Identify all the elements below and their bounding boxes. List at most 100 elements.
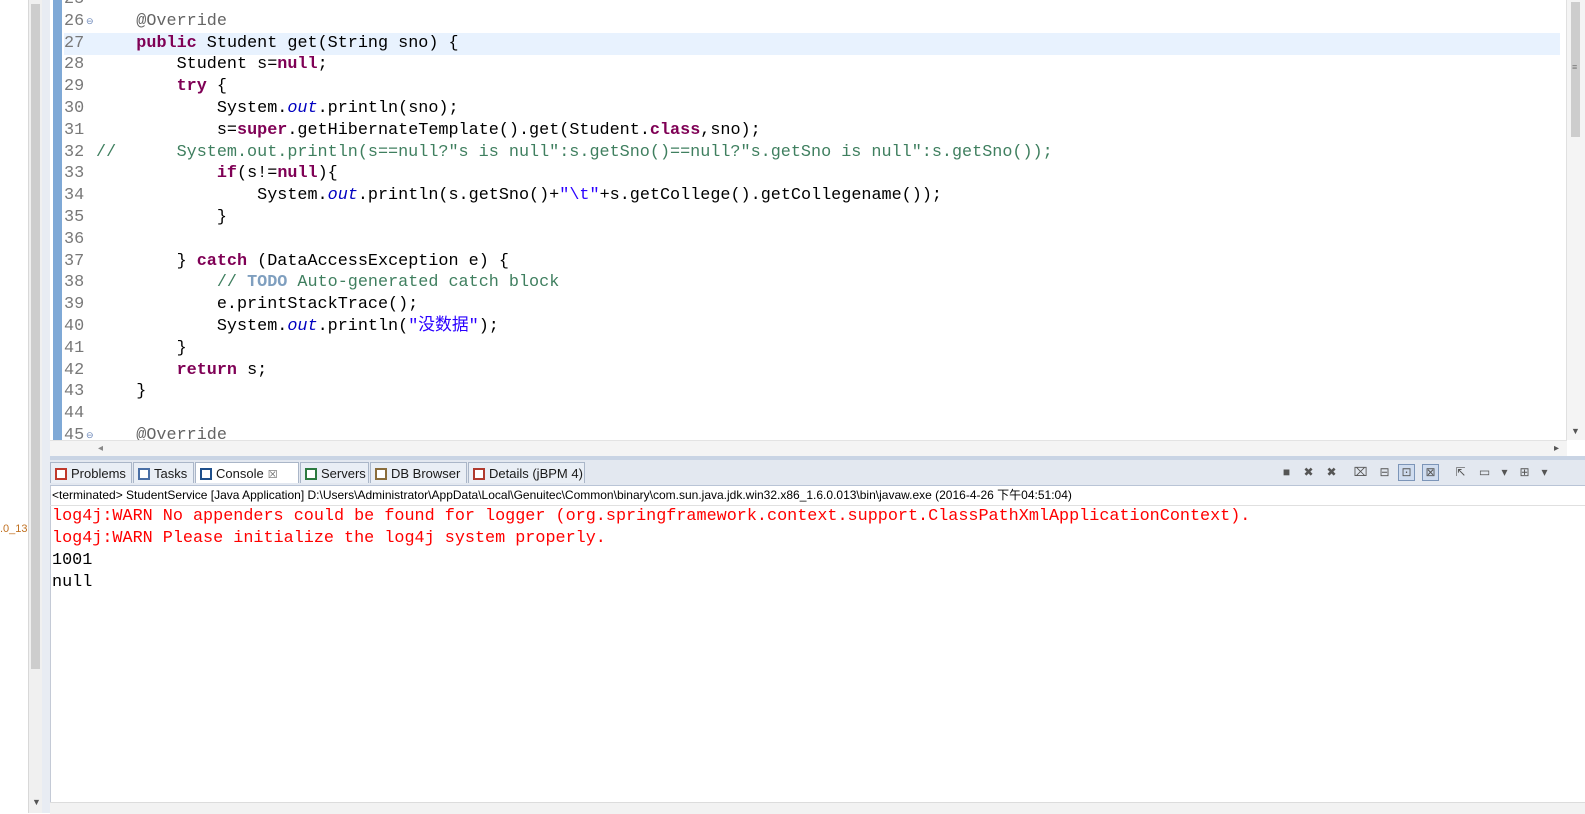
tab-label: Tasks — [154, 466, 188, 481]
close-icon[interactable]: ☒ — [268, 469, 278, 481]
console-view-tabbar: Problems Tasks Console ☒ Servers DB Browser De… — [50, 460, 1585, 486]
left-panel-scrollbar[interactable]: ▼ — [28, 0, 43, 813]
tasks-icon — [138, 468, 150, 480]
remove-all-terminated-button[interactable]: ✖ — [1323, 464, 1340, 481]
tab-details-jbpm-4[interactable]: Details (jBPM 4) — [468, 462, 585, 483]
code-line[interactable]: 34 System.out.println(s.getSno()+"\t"+s.… — [50, 185, 1560, 207]
pin-console-button[interactable]: ⇱ — [1452, 464, 1469, 481]
tab-label: DB Browser — [391, 466, 461, 481]
code-text: @Override — [96, 426, 227, 440]
code-text: e.printStackTrace(); — [96, 295, 419, 315]
tab-db-browser[interactable]: DB Browser — [370, 462, 467, 483]
code-text: return s; — [176, 360, 268, 380]
clear-console-button[interactable]: ⌧ — [1352, 464, 1369, 481]
code-text: if(s!=null){ — [216, 164, 338, 184]
tab-servers[interactable]: Servers — [300, 462, 369, 483]
line-number: 32 — [64, 142, 85, 162]
code-line[interactable]: ▵ 27 public Student get(String sno) { — [50, 32, 1560, 55]
scroll-right-arrow-icon[interactable]: ▸ — [1554, 443, 1559, 454]
console-process-label: <terminated> StudentService [Java Applic… — [52, 488, 1072, 502]
code-line[interactable]: 45 ⊖ @Override — [50, 425, 1560, 440]
show-on-stdout-button[interactable]: ⊡ — [1398, 464, 1415, 481]
code-line[interactable]: 33 if(s!=null){ — [50, 163, 1560, 185]
code-line[interactable]: 41 } — [50, 338, 1560, 360]
code-line[interactable]: 32 // System.out.println(s==null?"s is nu… — [50, 142, 1560, 164]
code-line[interactable]: 44 — [50, 403, 1560, 425]
code-line[interactable]: 28 Student s=null; — [50, 54, 1560, 76]
display-selected-console-button[interactable]: ▭ — [1476, 464, 1493, 481]
scroll-lock-button[interactable]: ⊟ — [1376, 464, 1393, 481]
line-number: 27 — [64, 33, 85, 53]
code-line[interactable]: 29 try { — [50, 76, 1560, 98]
tab-label: Servers — [321, 466, 366, 481]
task-marker-icon[interactable]: ✓ — [52, 277, 62, 288]
code-text: @Override — [96, 11, 227, 31]
servers-icon — [305, 468, 317, 480]
code-line[interactable]: 43 } — [50, 381, 1560, 403]
stderr-line: log4j:WARN No appenders could be found f… — [52, 507, 1251, 526]
code-text: Student s=null; — [96, 55, 328, 75]
console-icon — [200, 468, 212, 480]
code-text: public Student get(String sno) { — [136, 33, 459, 53]
code-text: // System.out.println(s==null?"s is null… — [96, 142, 1053, 162]
tab-label: Console — [216, 466, 264, 481]
stdout-line: null — [52, 573, 93, 592]
line-number: 25 — [64, 0, 96, 11]
fold-toggle-icon[interactable]: ⊖ — [86, 425, 94, 440]
line-number: 41 — [64, 338, 85, 358]
code-line[interactable]: ✓ 38 // TODO Auto-generated catch block — [50, 272, 1560, 294]
code-line[interactable]: 26 ⊖ @Override — [50, 11, 1560, 33]
display-selected-console-dropdown[interactable]: ▾ — [1496, 464, 1513, 481]
line-number: 34 — [64, 186, 85, 206]
code-text: } catch (DataAccessException e) { — [96, 251, 509, 271]
stdout-line: 1001 — [52, 551, 93, 570]
code-line[interactable]: 30 System.out.println(sno); — [50, 98, 1560, 120]
line-number: 43 — [64, 382, 85, 402]
details-icon — [473, 468, 485, 480]
left-scrollbar-thumb[interactable] — [31, 4, 40, 669]
editor-vertical-scrollbar[interactable]: ≡ ▼ — [1566, 0, 1585, 440]
code-line[interactable]: 39 e.printStackTrace(); — [50, 294, 1560, 316]
truncated-text: .0_13 — [0, 523, 28, 535]
scroll-down-arrow-icon[interactable]: ▼ — [32, 798, 41, 807]
code-text: s=super.getHibernateTemplate().get(Stude… — [96, 120, 761, 140]
line-number: 42 — [64, 360, 85, 380]
status-edge — [50, 802, 1585, 814]
tab-tasks[interactable]: Tasks — [133, 462, 194, 483]
code-line[interactable]: 42 return s; — [50, 360, 1560, 382]
java-editor[interactable]: 2526⊖ @Override▵27 public Student get(St… — [50, 0, 1585, 456]
code-line[interactable]: 35 } — [50, 207, 1560, 229]
line-number: 31 — [64, 120, 85, 140]
grip-icon: ≡ — [1572, 62, 1578, 72]
code-text: // TODO Auto-generated catch block — [96, 273, 560, 293]
code-line[interactable]: 40 System.out.println("没数据"); — [50, 316, 1560, 338]
scroll-left-arrow-icon[interactable]: ◂ — [98, 443, 103, 454]
scroll-down-arrow-icon[interactable]: ▼ — [1571, 426, 1580, 436]
code-area[interactable]: 2526⊖ @Override▵27 public Student get(St… — [50, 0, 1560, 440]
code-line[interactable]: 37 } catch (DataAccessException e) { — [50, 251, 1560, 273]
stderr-line: log4j:WARN Please initialize the log4j s… — [52, 529, 606, 548]
line-number: 28 — [64, 55, 85, 75]
editor-horizontal-scrollbar[interactable]: ◂ ▸ — [50, 440, 1567, 457]
open-console-button[interactable]: ⊞ — [1516, 464, 1533, 481]
code-text: } — [96, 208, 227, 227]
code-line[interactable]: 31 s=super.getHibernateTemplate().get(St… — [50, 120, 1560, 142]
open-console-dropdown[interactable]: ▾ — [1536, 464, 1553, 481]
console-output[interactable]: log4j:WARN No appenders could be found f… — [52, 506, 1250, 594]
remove-launch-button[interactable]: ✖ — [1300, 464, 1317, 481]
line-number: 33 — [64, 164, 85, 184]
line-number: 36 — [64, 229, 85, 249]
tab-problems[interactable]: Problems — [50, 462, 132, 483]
show-on-stderr-button[interactable]: ⊠ — [1422, 464, 1439, 481]
db-browser-icon — [375, 468, 387, 480]
code-text: System.out.println(sno); — [96, 99, 459, 118]
tab-console[interactable]: Console ☒ — [195, 462, 299, 483]
line-number: 29 — [64, 77, 85, 97]
fold-toggle-icon[interactable]: ⊖ — [86, 11, 94, 33]
terminate-button[interactable]: ■ — [1278, 464, 1295, 481]
line-number: 38 — [64, 273, 85, 293]
line-number: 44 — [64, 404, 85, 424]
code-line[interactable]: 36 — [50, 229, 1560, 251]
override-marker-icon[interactable]: ▵ — [52, 38, 62, 48]
code-line[interactable]: 25 — [50, 0, 1560, 11]
